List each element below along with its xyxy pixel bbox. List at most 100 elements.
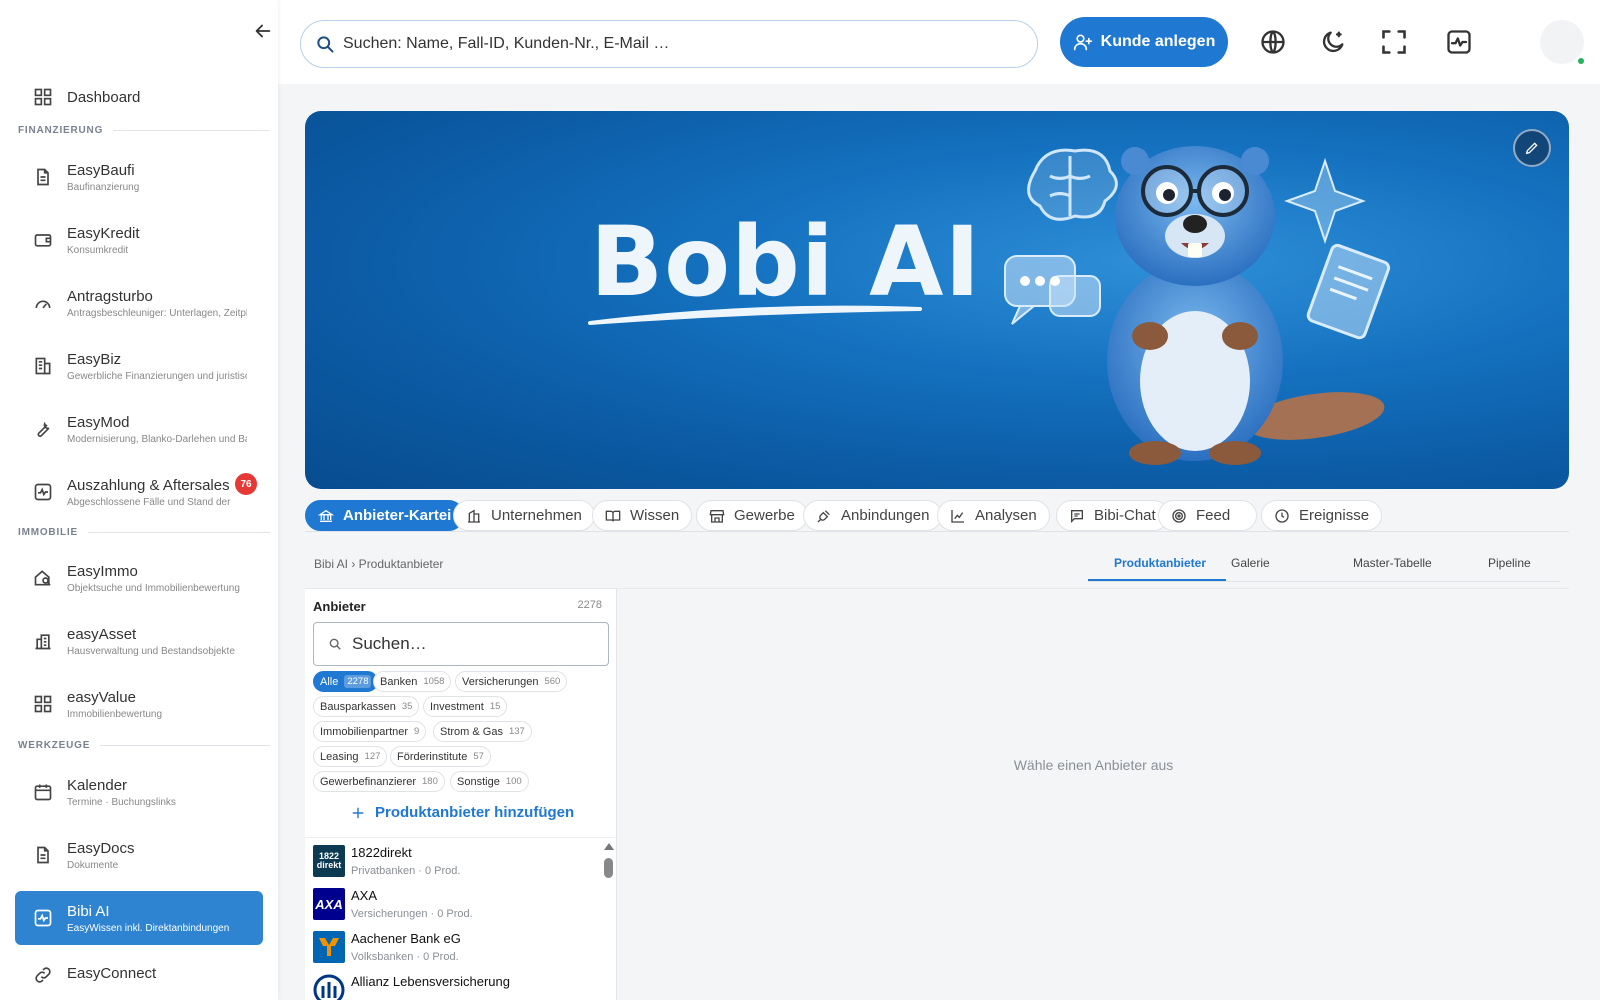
subtabs-divider: [1088, 581, 1560, 582]
filter-chip-alle[interactable]: Alle 2278: [313, 671, 379, 692]
tab-wissen[interactable]: Wissen: [592, 500, 693, 531]
subtab-pipeline[interactable]: Pipeline: [1488, 556, 1531, 570]
filter-chip-investment[interactable]: Investment 15: [423, 696, 508, 717]
sidebar-item-sublabel: Objektsuche und Immobilienbewertung: [67, 582, 240, 594]
sidebar-item-label: Bibi AI: [67, 902, 110, 920]
building-icon: [468, 509, 480, 523]
sidebar: Dashboard FINANZIERUNG EasyBaufi Baufinan…: [0, 0, 278, 1000]
edit-banner-button[interactable]: [1513, 129, 1551, 167]
active-subtab-indicator: [1088, 579, 1226, 581]
search-icon: [329, 638, 341, 650]
tab-unternehmen[interactable]: Unternehmen: [453, 500, 595, 531]
sidebar-item-easyconnect[interactable]: EasyConnect: [15, 957, 263, 1000]
sidebar-item-dashboard[interactable]: Dashboard: [15, 70, 263, 124]
fullscreen-icon[interactable]: [1380, 28, 1408, 56]
provider-logo: AXA: [313, 888, 345, 920]
sidebar-item-sublabel: EasyWissen inkl. Direktanbindungen: [67, 922, 230, 934]
bank-icon: [318, 509, 334, 522]
list-item[interactable]: Allianz Lebensversicherung: [313, 974, 603, 1000]
create-customer-button[interactable]: Kunde anlegen: [1060, 17, 1228, 67]
tab-analysen[interactable]: Analysen: [937, 500, 1050, 531]
subtab-galerie[interactable]: Galerie: [1231, 556, 1270, 570]
tab-anbieter-kartei[interactable]: Anbieter-Kartei: [305, 500, 465, 531]
chip-label: Leasing: [320, 750, 359, 763]
filter-chip-strom-gas[interactable]: Strom & Gas 137: [433, 721, 532, 742]
sidebar-item-auszahlung[interactable]: Auszahlung & Aftersales Abgeschlossene Fä…: [15, 465, 263, 519]
buildings-icon: [35, 634, 51, 650]
add-provider-label: Produktanbieter hinzufügen: [375, 804, 575, 821]
filter-chip-gewerbefinanzierer[interactable]: Gewerbefinanzierer 180: [313, 771, 445, 792]
scroll-up-arrow[interactable]: [604, 843, 614, 850]
sidebar-item-easybiz[interactable]: EasyBiz Gewerbliche Finanzierungen und ju…: [15, 339, 263, 393]
chip-label: Bausparkassen: [320, 700, 396, 713]
chip-count: 180: [422, 776, 438, 787]
sidebar-item-label: EasyMod: [67, 413, 130, 431]
chip-count: 100: [505, 776, 522, 787]
tab-anbindungen[interactable]: Anbindungen: [803, 500, 943, 531]
filter-chip-foerderinstitute[interactable]: Förderinstitute 57: [390, 746, 491, 767]
create-customer-label: Kunde anlegen: [1100, 33, 1216, 50]
arrow-left-icon[interactable]: [252, 20, 274, 42]
add-provider-button[interactable]: Produktanbieter hinzufügen: [351, 804, 574, 821]
provider-meta: Volksbanken · 0 Prod.: [351, 951, 459, 963]
breadcrumb: Bibi AI › Produktanbieter: [314, 557, 444, 571]
chip-count: 127: [364, 751, 381, 762]
sidebar-item-sublabel: Hausverwaltung und Bestandsobjekte: [67, 645, 235, 657]
building-icon: [35, 357, 51, 375]
sidebar-item-sublabel: Termine · Buchungslinks: [67, 796, 176, 808]
tab-label: Gewerbe: [734, 507, 795, 524]
tab-bibi-chat[interactable]: Bibi-Chat: [1056, 500, 1169, 531]
tab-label: Wissen: [630, 507, 680, 524]
global-search-input[interactable]: [343, 35, 1023, 53]
filter-chip-versicherungen[interactable]: Versicherungen 560: [455, 671, 568, 692]
provider-search[interactable]: [313, 622, 609, 666]
filter-chip-immobilienpartner[interactable]: Immobilienpartner 9: [313, 721, 427, 742]
sidebar-item-label: EasyBiz: [67, 350, 122, 368]
add-user-icon: [1073, 34, 1092, 51]
provider-logo-text: AXA: [315, 896, 343, 912]
provider-search-input[interactable]: [352, 634, 602, 654]
scrollbar-thumb[interactable]: [604, 858, 613, 878]
global-search[interactable]: [300, 20, 1038, 68]
sidebar-item-kalender[interactable]: Kalender Termine · Buchungslinks: [15, 765, 263, 819]
filter-chip-banken[interactable]: Banken 1058: [373, 671, 452, 692]
tab-label: Analysen: [975, 507, 1037, 524]
sidebar-item-easyimmo[interactable]: EasyImmo Objektsuche und Immobilienbewert…: [15, 551, 263, 605]
sidebar-item-sublabel: Antragsbeschleuniger: Unterlagen, Zeitpl…: [67, 307, 247, 319]
provider-logo: 1822 direkt: [313, 845, 345, 877]
book-icon: [605, 510, 621, 521]
list-item[interactable]: 1822 direkt 1822direkt Privatbanken · 0 P…: [313, 845, 603, 885]
tab-gewerbe[interactable]: Gewerbe: [696, 500, 808, 531]
tab-feed[interactable]: Feed: [1158, 500, 1257, 531]
sidebar-item-easyasset[interactable]: easyAsset Hausverwaltung und Bestandsobje…: [15, 614, 263, 668]
sidebar-item-sublabel: Immobilienbewertung: [67, 708, 163, 720]
beaver-mascot-illustration: [1004, 146, 1391, 465]
sidebar-item-bibi-ai[interactable]: Bibi AI EasyWissen inkl. Direktanbindunge…: [15, 891, 263, 945]
chip-count: 9: [414, 726, 420, 737]
list-divider: [305, 837, 615, 838]
provider-count: 2278: [577, 599, 602, 611]
wrench-icon: [37, 421, 50, 437]
sidebar-item-easykredit[interactable]: EasyKredit Konsumkredit: [15, 213, 263, 267]
subtab-produktanbieter[interactable]: Produktanbieter: [1114, 556, 1206, 570]
avatar[interactable]: [1540, 20, 1586, 66]
chip-label: Versicherungen: [462, 675, 539, 688]
moon-icon[interactable]: [1319, 28, 1347, 56]
sidebar-item-easymod[interactable]: EasyMod Modernisierung, Blanko-Darlehen u…: [15, 402, 263, 456]
subtab-master-tabelle[interactable]: Master-Tabelle: [1353, 556, 1432, 570]
sidebar-item-easydocs[interactable]: EasyDocs Dokumente: [15, 828, 263, 882]
filter-chip-leasing[interactable]: Leasing 127: [313, 746, 388, 767]
list-item[interactable]: Aachener Bank eG Volksbanken · 0 Prod.: [313, 931, 603, 971]
sidebar-item-easybaufi[interactable]: EasyBaufi Baufinanzierung: [15, 150, 263, 204]
chip-label: Sonstige: [457, 775, 500, 788]
allianz-logo-icon: [313, 974, 345, 1000]
tab-ereignisse[interactable]: Ereignisse: [1261, 500, 1383, 531]
filter-chip-sonstige[interactable]: Sonstige 100: [450, 771, 529, 792]
provider-name: 1822direkt: [351, 845, 412, 860]
sidebar-item-antragsturbo[interactable]: Antragsturbo Antragsbeschleuniger: Unterl…: [15, 276, 263, 330]
sidebar-item-easyvalue[interactable]: easyValue Immobilienbewertung: [15, 677, 263, 731]
list-item[interactable]: AXA AXA Versicherungen · 0 Prod.: [313, 888, 603, 928]
filter-chip-bausparkassen[interactable]: Bausparkassen 35: [313, 696, 420, 717]
globe-icon[interactable]: [1259, 28, 1287, 56]
activity-icon[interactable]: [1445, 28, 1473, 56]
